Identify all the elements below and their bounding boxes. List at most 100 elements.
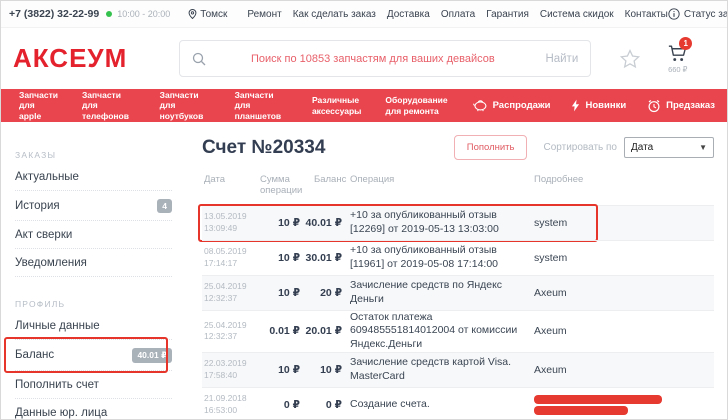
order-status-label: Статус заказа [684, 9, 728, 20]
redaction-bar [534, 406, 628, 415]
topbar: +7 (3822) 32-22-99 10:00 - 20:00 Томск Р… [1, 1, 727, 28]
cell-balance: 20.01 ₽ [302, 325, 350, 337]
site-header: АКСЕУМ Найти 1 660 ₽ [1, 28, 727, 89]
topup-button[interactable]: Пополнить [454, 135, 528, 160]
city-selector[interactable]: Томск [188, 8, 227, 20]
promo-предзаказ[interactable]: Предзаказ [647, 99, 715, 113]
cell-balance: 0 ₽ [302, 399, 350, 411]
promo-распродажи[interactable]: Распродажи [472, 99, 551, 112]
time-value: 12:32:37 [204, 331, 256, 342]
cart-count-badge: 1 [679, 37, 692, 50]
topbar-links: Ремонт Как сделать заказ Доставка Оплата Гар… [247, 9, 667, 20]
sidebar-item-label: Пополнить счет [15, 379, 99, 391]
date-value: 25.04.2019 [204, 320, 256, 331]
topbar-link[interactable]: Оплата [441, 9, 475, 20]
date-value: 25.04.2019 [204, 281, 256, 292]
sidebar-item-данные-юр-лица[interactable]: Данные юр. лица [15, 399, 172, 420]
time-value: 17:14:17 [204, 258, 256, 269]
favorites-star-icon[interactable] [619, 48, 641, 70]
nav-category[interactable]: Оборудование для ремонта [385, 95, 447, 116]
sidebar-item-label: Акт сверки [15, 229, 72, 241]
nav-categories: Запчасти для apple Запчасти для телефонов… [19, 90, 472, 122]
time-value: 16:53:00 [204, 405, 256, 416]
sidebar-item-label: Уведомления [15, 257, 87, 269]
cell-operation: Зачисление средств картой Visa. MasterCa… [350, 356, 534, 383]
date-value: 21.09.2018 [204, 393, 256, 404]
topbar-link[interactable]: Как сделать заказ [293, 9, 376, 20]
title-row: Счет №20334 Пополнить Сортировать по Дат… [202, 135, 714, 160]
cart-total: 660 ₽ [668, 65, 687, 74]
column-header-amount: Сумма операции [256, 174, 302, 197]
cell-details: Axeum [534, 364, 714, 376]
sidebar-item-личные-данные[interactable]: Личные данные [15, 312, 172, 340]
nav-category[interactable]: Различные аксессуары [312, 95, 361, 116]
nav-category[interactable]: Запчасти для ноутбуков [160, 90, 211, 122]
promo-label: Предзаказ [666, 100, 715, 111]
cell-balance: 40.01 ₽ [302, 217, 350, 229]
site-logo[interactable]: АКСЕУМ [13, 43, 127, 74]
cell-details: system [534, 217, 714, 229]
sidebar-item-label: Данные юр. лица [15, 407, 107, 419]
cell-date: 08.05.201917:14:17 [204, 246, 256, 269]
sidebar-item-badge: 40.01 ₽ [132, 348, 172, 363]
phone-number: +7 (3822) 32-22-99 [9, 8, 99, 20]
alarm-clock-icon [647, 99, 661, 113]
sidebar-item-label: Актуальные [15, 171, 79, 183]
nav-category[interactable]: Запчасти для apple [19, 90, 58, 122]
search-input[interactable] [206, 53, 539, 65]
cell-date: 25.04.201912:32:37 [204, 281, 256, 304]
sidebar-item-уведомления[interactable]: Уведомления [15, 249, 172, 277]
topbar-link[interactable]: Контакты [625, 9, 668, 20]
search-box: Найти [179, 40, 591, 77]
table-row: 25.04.201912:32:370.01 ₽20.01 ₽Остаток п… [202, 310, 714, 352]
time-value: 13:09:49 [204, 223, 256, 234]
cell-details: Axeum [534, 287, 714, 299]
cell-amount: 10 ₽ [256, 287, 302, 299]
column-header-date: Дата [204, 174, 256, 185]
sidebar-item-актуальные[interactable]: Актуальные [15, 163, 172, 191]
cell-operation: +10 за опубликованный отзыв [11961] от 2… [350, 244, 534, 271]
redaction-bar [534, 395, 662, 404]
topbar-link[interactable]: Гарантия [486, 9, 529, 20]
sort-value: Дата [631, 142, 653, 153]
working-hours: 10:00 - 20:00 [117, 9, 170, 19]
sidebar-item-акт-сверки[interactable]: Акт сверки [15, 221, 172, 249]
open-status-dot [106, 11, 112, 17]
cell-details: system [534, 252, 714, 264]
table-row: 13.05.201913:09:4910 ₽40.01 ₽+10 за опуб… [202, 205, 714, 240]
table-row: 21.09.201816:53:000 ₽0 ₽Создание счета. [202, 387, 714, 420]
promo-новинки[interactable]: Новинки [571, 99, 626, 112]
sidebar-item-история[interactable]: История4 [15, 191, 172, 221]
nav-category[interactable]: Запчасти для планшетов [235, 90, 288, 122]
chevron-down-icon: ▼ [699, 143, 707, 152]
sidebar-item-label: Личные данные [15, 320, 100, 332]
column-header-operation: Операция [350, 174, 534, 185]
time-value: 17:58:40 [204, 370, 256, 381]
sidebar-item-баланс[interactable]: Баланс40.01 ₽ [15, 340, 172, 371]
cell-date: 21.09.201816:53:00 [204, 393, 256, 416]
table-body: 13.05.201913:09:49 10 ₽ 40.01 ₽ +10 за опуб… [202, 205, 714, 420]
promo-label: Распродажи [493, 100, 551, 111]
cell-date: 22.03.201917:58:40 [204, 358, 256, 381]
city-label: Томск [200, 9, 227, 20]
topbar-link[interactable]: Ремонт [247, 9, 281, 20]
cell-amount: 10 ₽ [256, 364, 302, 376]
table-header: ДатаСумма операцииБалансОперацияПодробне… [202, 172, 714, 205]
column-header-balance: Баланс [302, 174, 350, 185]
date-value: 13.05.2019 [204, 211, 256, 222]
search-submit[interactable]: Найти [545, 53, 578, 65]
sidebar-item-label: История [15, 200, 60, 212]
cart-button[interactable]: 1 660 ₽ [667, 44, 688, 74]
topbar-link[interactable]: Система скидок [540, 9, 614, 20]
order-status-link[interactable]: Статус заказа [668, 8, 728, 20]
topbar-link[interactable]: Доставка [387, 9, 430, 20]
sidebar-item-пополнить-счет[interactable]: Пополнить счет [15, 371, 172, 399]
table-row: 22.03.201917:58:4010 ₽10 ₽Зачисление сре… [202, 352, 714, 387]
sidebar: ЗАКАЗЫАктуальныеИстория4Акт сверкиУведом… [1, 122, 186, 420]
date-value: 22.03.2019 [204, 358, 256, 369]
nav-category[interactable]: Запчасти для телефонов [82, 90, 136, 122]
location-pin-icon [188, 8, 197, 20]
main-panel: Счет №20334 Пополнить Сортировать по Дат… [186, 122, 727, 420]
sort-select[interactable]: Дата ▼ [624, 137, 714, 158]
sort-label: Сортировать по [543, 142, 617, 153]
